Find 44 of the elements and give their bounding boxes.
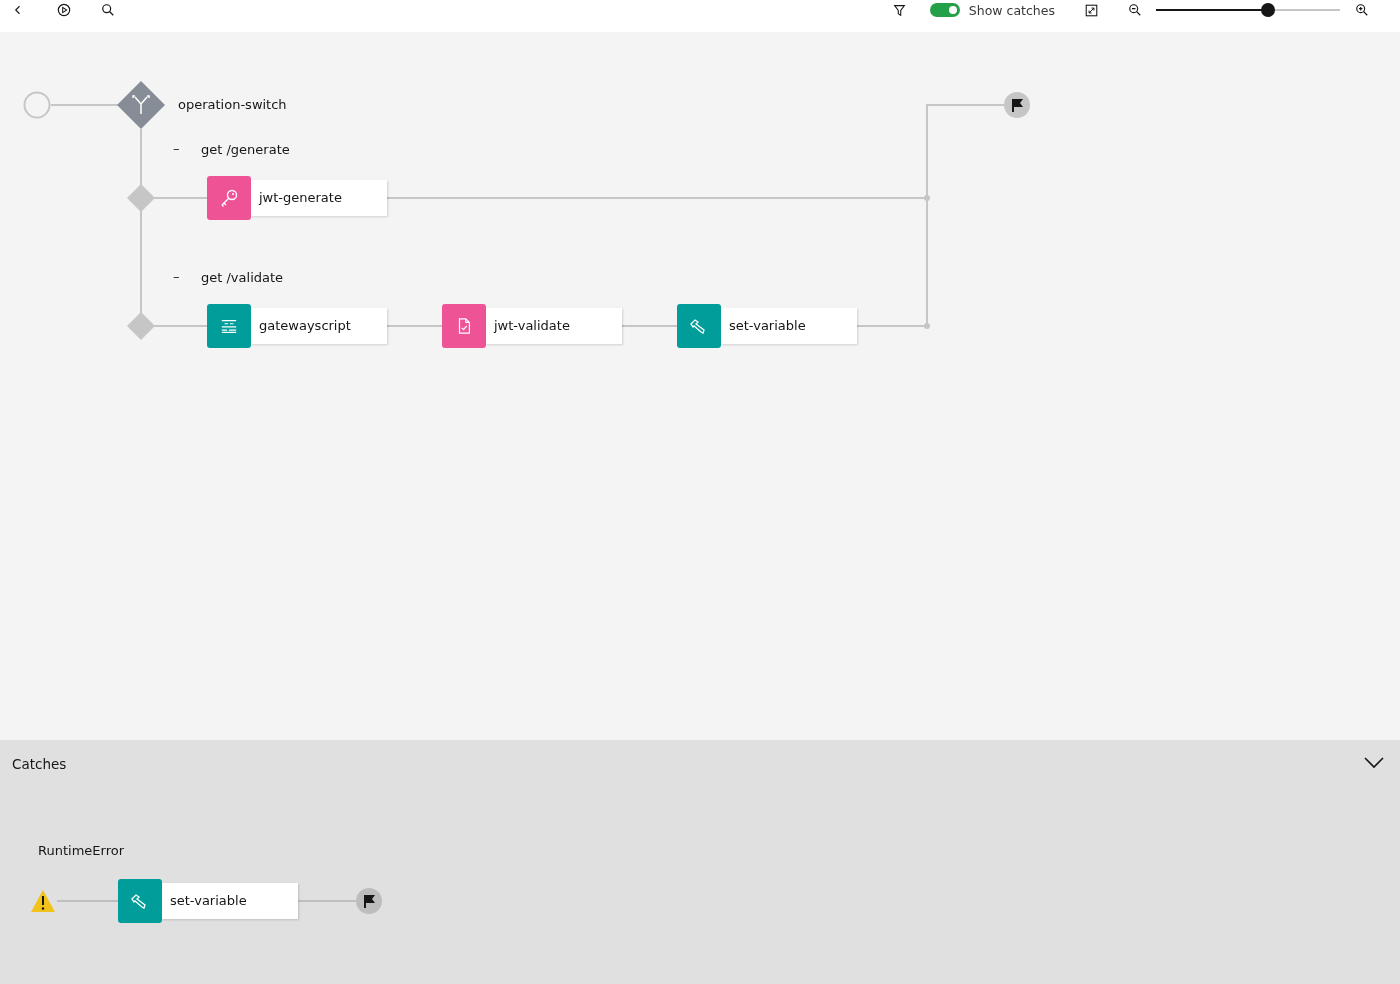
warning-icon <box>31 890 55 912</box>
policy-tile[interactable] <box>442 304 486 348</box>
slider-thumb[interactable] <box>1261 3 1276 17</box>
switch-label: operation-switch <box>178 96 287 114</box>
search-icon[interactable] <box>101 3 115 17</box>
filter-icon[interactable] <box>892 3 906 17</box>
play-icon[interactable] <box>57 3 71 17</box>
policy-node[interactable]: jwt-validate <box>486 308 622 344</box>
zoom-in-icon[interactable] <box>1355 3 1369 17</box>
switch-node[interactable] <box>117 81 165 129</box>
case-label: get /generate <box>201 141 290 159</box>
connector-line <box>50 104 119 106</box>
connector-line <box>153 325 208 327</box>
policy-node[interactable]: set-variable <box>721 308 857 344</box>
policy-node[interactable]: jwt-generate <box>251 180 387 216</box>
policy-node[interactable]: gatewayscript <box>251 308 387 344</box>
connector-line <box>621 325 678 327</box>
connector-line <box>153 197 208 199</box>
policy-tile[interactable] <box>118 879 162 923</box>
start-node[interactable] <box>23 91 51 119</box>
zoom-slider[interactable] <box>1156 3 1340 17</box>
panel-title: Catches <box>12 756 67 772</box>
error-label: RuntimeError <box>38 842 124 860</box>
connector-line <box>386 325 443 327</box>
key-icon <box>219 188 239 208</box>
collapse-toggle[interactable]: – <box>173 268 180 286</box>
zoom-out-icon[interactable] <box>1128 3 1142 17</box>
end-node[interactable] <box>356 888 382 914</box>
fit-screen-icon[interactable] <box>1085 3 1098 17</box>
chevron-icon[interactable] <box>1364 757 1384 769</box>
policy-tile[interactable] <box>207 304 251 348</box>
case-label: get /validate <box>201 269 284 287</box>
policy-tile[interactable] <box>677 304 721 348</box>
end-node[interactable] <box>1004 92 1030 118</box>
connector-line <box>56 900 119 902</box>
toggle-label: Show catches <box>968 2 1055 18</box>
connector-line <box>297 900 357 902</box>
collapse-toggle[interactable]: – <box>173 140 180 158</box>
junction-dot <box>924 323 930 329</box>
policy-tile[interactable] <box>207 176 251 220</box>
junction-dot <box>924 195 930 201</box>
text-lines-icon <box>220 317 238 335</box>
policy-node[interactable]: set-variable <box>162 883 298 919</box>
toggle-switch[interactable] <box>929 3 960 17</box>
